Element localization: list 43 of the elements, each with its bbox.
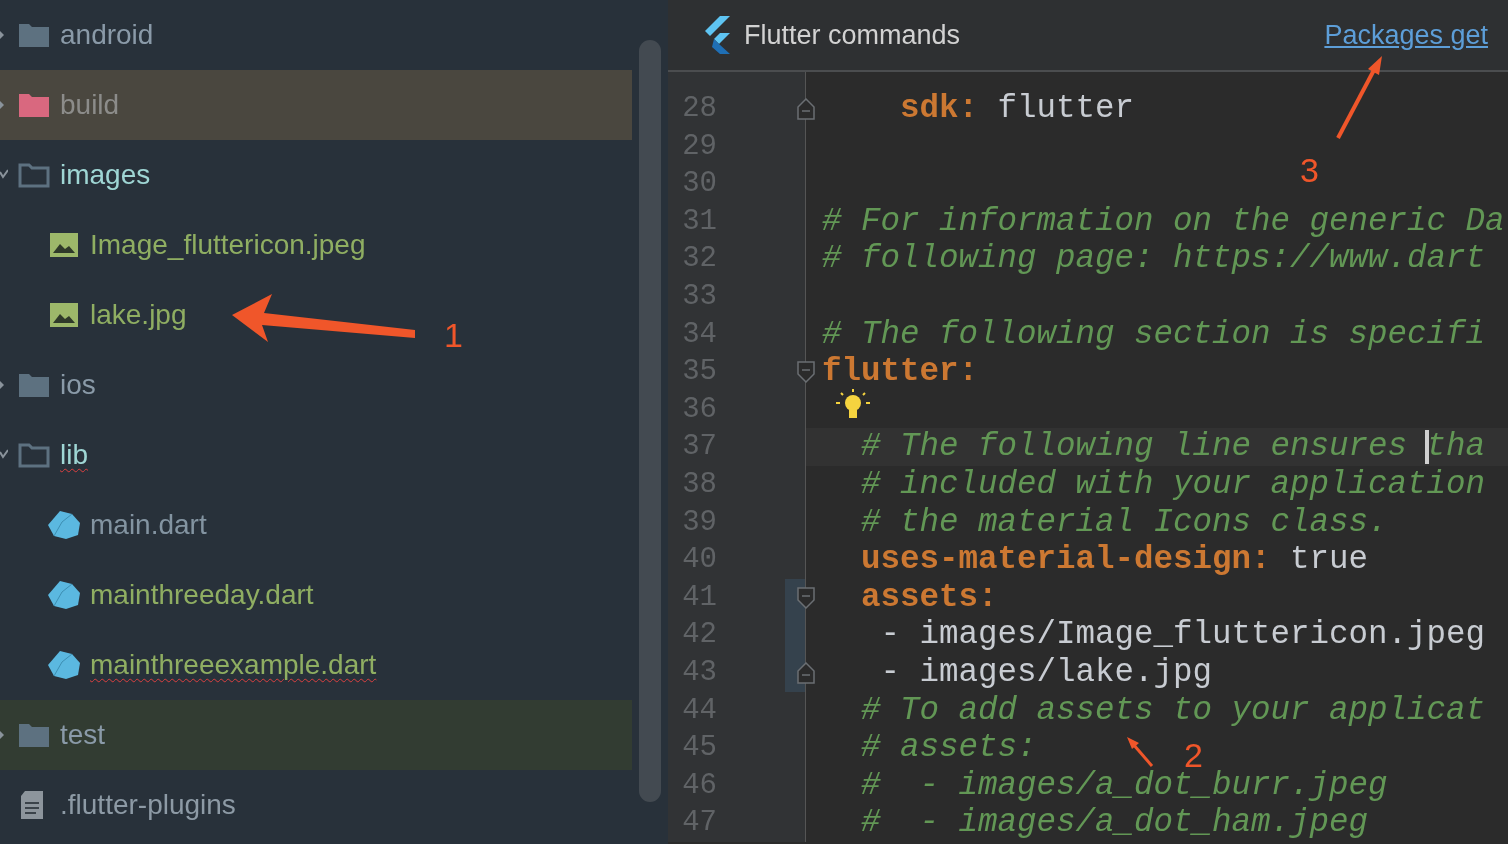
tree-item-label[interactable]: android (60, 14, 154, 56)
fold-collapse-icon[interactable] (797, 586, 815, 609)
code-text: # - images/a_dot_ham.jpeg (860, 804, 1369, 842)
code-text: # The following line ensures (860, 428, 1409, 466)
fold-end-icon[interactable] (797, 98, 815, 120)
code-text: # assets: (860, 729, 1037, 767)
tree-item-label[interactable]: Image_fluttericon.jpeg (90, 224, 366, 266)
annotation-number: 1 (444, 315, 463, 356)
banner-title: Flutter commands (744, 18, 961, 52)
code-text: # The following section is specifi (822, 315, 1486, 354)
code-text: flutter: (822, 353, 979, 391)
code-text: - images/lake.jpg (879, 653, 1213, 692)
code-text: true (1289, 541, 1369, 579)
chevron-down-icon[interactable] (0, 449, 8, 461)
tree-item-label[interactable]: lake.jpg (90, 294, 187, 336)
tree-item-label[interactable]: build (60, 84, 120, 126)
packages-get-link[interactable]: Packages get (1324, 14, 1488, 56)
fold-collapse-icon[interactable] (797, 361, 815, 384)
code-text: # included with your application (860, 465, 1486, 504)
code-text: # following page: https://www.dart (822, 240, 1486, 278)
code-text: flutter (996, 90, 1135, 128)
annotation-arrow (1127, 737, 1154, 767)
code-text: # the material Icons class. (860, 503, 1388, 542)
tree-item-label[interactable]: mainthreeexample.dart (90, 644, 377, 686)
code-text: assets: (860, 578, 998, 617)
chevron-down-icon[interactable] (0, 169, 8, 181)
highlighted-row[interactable]: test (0, 700, 632, 770)
tree-item-label[interactable]: lib (60, 434, 88, 476)
code-text: # For information on the generic Da (822, 202, 1505, 241)
code-text: # To add assets to your applicat (860, 691, 1486, 730)
tree-item-label[interactable]: main.dart (90, 504, 207, 546)
code-text: uses-material-design: (860, 541, 1271, 579)
code-text: tha (1426, 428, 1486, 466)
tree-item-label[interactable]: images (60, 154, 151, 196)
tree-item-label[interactable]: .flutter-plugins (60, 784, 236, 826)
code-text: - images/Image_fluttericon.jpeg (879, 616, 1486, 654)
tree-item-label[interactable]: mainthreeday.dart (90, 574, 314, 616)
tree-item-label[interactable]: test (60, 714, 106, 756)
annotation-number: 3 (1300, 150, 1319, 191)
tree-item-label[interactable]: ios (60, 364, 96, 406)
scrollbar-thumb[interactable] (639, 40, 661, 802)
highlighted-row[interactable]: build (0, 70, 632, 140)
code-text: sdk: (899, 90, 979, 128)
